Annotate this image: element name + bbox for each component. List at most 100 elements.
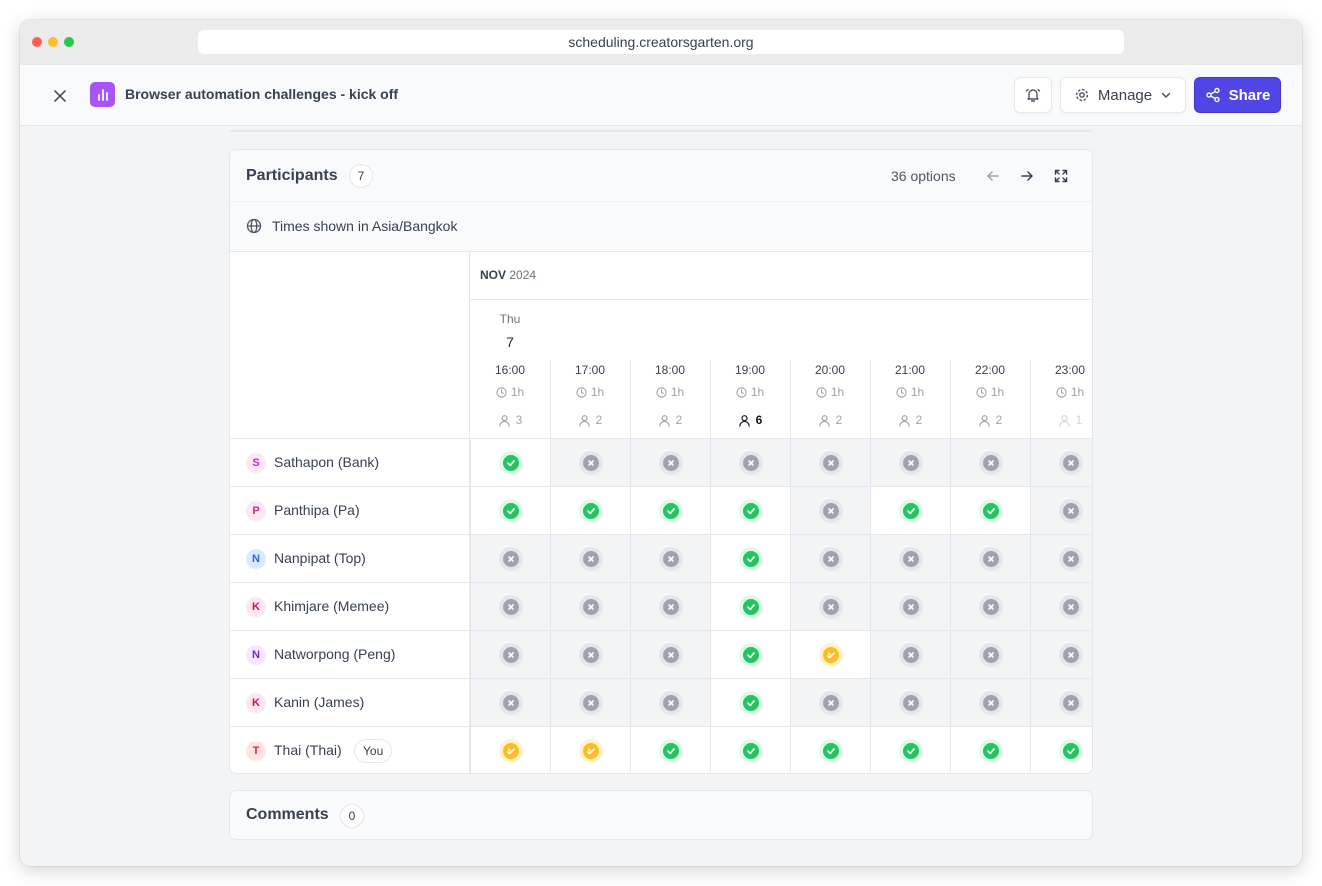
vote-cell-no[interactable] [870,631,950,678]
vote-cell-yes[interactable] [870,727,950,773]
vote-no-mark [902,598,919,615]
slot-time: 22:00 [974,363,1006,377]
vote-cell-no[interactable] [870,439,950,486]
vote-cell-yes[interactable] [550,487,630,534]
vote-cell-maybe[interactable] [790,631,870,678]
user-icon [978,414,990,427]
vote-cell-no[interactable] [550,583,630,630]
vote-cell-no[interactable] [790,439,870,486]
address-bar[interactable]: scheduling.creatorsgarten.org [198,30,1124,54]
vote-cell-maybe[interactable] [470,727,550,773]
gear-icon [1075,88,1088,102]
vote-no-mark [502,694,519,711]
vote-cell-no[interactable] [630,439,710,486]
vote-cell-no[interactable] [950,583,1030,630]
slot-attendee-label: 3 [515,413,523,427]
slot-time: 21:00 [894,363,926,377]
slot-time: 18:00 [654,363,686,377]
vote-cell-no[interactable] [470,631,550,678]
close-icon [54,90,66,102]
close-poll-button[interactable] [48,84,72,108]
clock-icon [896,386,907,398]
vote-cell-no[interactable] [630,583,710,630]
vote-cell-yes[interactable] [710,727,790,773]
vote-cell-no[interactable] [470,535,550,582]
vote-cell-no[interactable] [790,535,870,582]
manage-button[interactable]: Manage [1060,77,1186,113]
vote-cell-yes[interactable] [710,583,790,630]
slot-duration: 1h [790,385,870,399]
scroll-left-button[interactable] [981,164,1005,188]
vote-cell-no[interactable] [1030,583,1092,630]
slot-attendee-count: 2 [630,413,710,427]
vote-cell-no[interactable] [550,631,630,678]
vote-cell-yes[interactable] [870,487,950,534]
vote-cell-yes[interactable] [630,487,710,534]
vote-cell-yes[interactable] [470,487,550,534]
vote-cell-yes[interactable] [630,727,710,773]
user-icon [658,414,670,427]
x-icon [907,555,914,562]
window-minimize-dot[interactable] [48,37,58,47]
time-slot-header: 23:00 1h 1 [1030,360,1092,438]
vote-cell-no[interactable] [1030,535,1092,582]
slot-duration-label: 1h [510,385,525,399]
vote-cell-no[interactable] [470,583,550,630]
vote-cell-no[interactable] [790,487,870,534]
window-close-dot[interactable] [32,37,42,47]
vote-cell-no[interactable] [630,535,710,582]
vote-cell-yes[interactable] [950,487,1030,534]
chevron-down-icon [1161,92,1171,98]
x-icon [507,603,514,610]
vote-cell-no[interactable] [870,583,950,630]
notifications-button[interactable] [1014,77,1052,113]
expand-button[interactable] [1049,164,1073,188]
vote-cell-no[interactable] [1030,439,1092,486]
vote-cell-yes[interactable] [710,535,790,582]
share-button[interactable]: Share [1194,77,1281,113]
vote-no-mark [1062,598,1079,615]
timezone-row[interactable]: Times shown in Asia/Bangkok [230,202,1092,252]
vote-cell-maybe[interactable] [550,727,630,773]
vote-cell-yes[interactable] [950,727,1030,773]
participant-rows: S Sathapon (Bank) P Panthipa (Pa) N Nanpipat … [230,438,1092,773]
vote-cell-no[interactable] [790,679,870,726]
vote-cell-no[interactable] [550,535,630,582]
vote-cell-no[interactable] [870,679,950,726]
vote-cell-no[interactable] [1030,679,1092,726]
vote-yes-mark [662,502,679,519]
vote-yes-mark [582,502,599,519]
vote-yes-mark [662,742,679,759]
poll-icon [90,82,115,107]
vote-cell-yes[interactable] [710,487,790,534]
check-icon [746,747,755,754]
vote-cell-no[interactable] [950,631,1030,678]
vote-cell-no[interactable] [630,679,710,726]
vote-cell-no[interactable] [950,535,1030,582]
vote-cell-no[interactable] [1030,487,1092,534]
vote-cell-no[interactable] [790,583,870,630]
avatar: N [246,549,266,569]
vote-cell-yes[interactable] [790,727,870,773]
vote-no-mark [662,598,679,615]
vote-cell-no[interactable] [470,679,550,726]
vote-cell-yes[interactable] [470,439,550,486]
vote-cell-no[interactable] [950,679,1030,726]
vote-cell-yes[interactable] [710,679,790,726]
vote-no-mark [582,598,599,615]
vote-cell-no[interactable] [1030,631,1092,678]
window-zoom-dot[interactable] [64,37,74,47]
vote-cell-no[interactable] [630,631,710,678]
check-icon [746,555,755,562]
vote-cell-no[interactable] [550,679,630,726]
vote-no-mark [502,598,519,615]
vote-cell-yes[interactable] [710,631,790,678]
vote-cell-no[interactable] [550,439,630,486]
scroll-right-button[interactable] [1015,164,1039,188]
vote-cell-no[interactable] [710,439,790,486]
vote-cell-no[interactable] [870,535,950,582]
vote-yes-mark [502,454,519,471]
vote-cell-no[interactable] [950,439,1030,486]
vote-no-mark [662,646,679,663]
vote-cell-yes[interactable] [1030,727,1092,773]
